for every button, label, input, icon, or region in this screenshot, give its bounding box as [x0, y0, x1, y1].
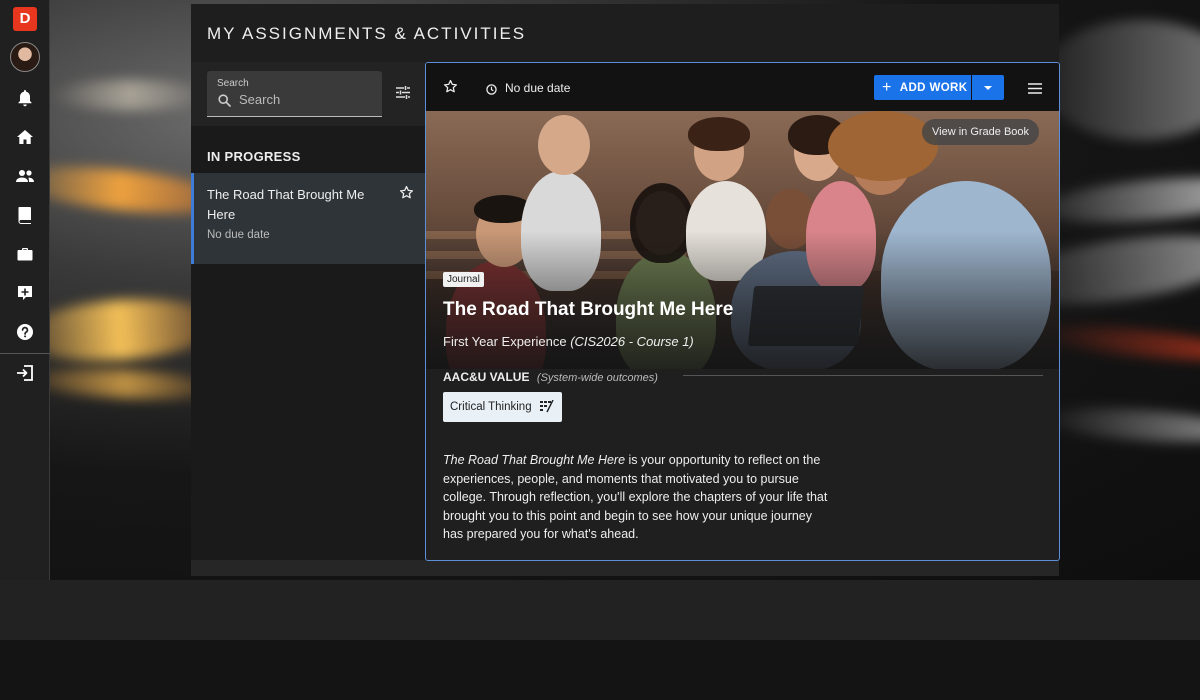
search-field[interactable]: Search	[207, 71, 382, 117]
book-icon[interactable]	[14, 204, 36, 226]
divider	[683, 375, 1043, 376]
course-code: (CIS2026 - Course 1)	[570, 334, 694, 349]
view-grade-book-button[interactable]: View in Grade Book	[922, 119, 1040, 145]
search-label: Search	[217, 78, 249, 89]
assignment-list-column: Search IN PROGRESS The Road That Brought…	[191, 62, 425, 560]
briefcase-icon[interactable]	[14, 243, 36, 265]
panel-footer	[191, 560, 1059, 576]
star-icon[interactable]	[443, 79, 458, 99]
footer-band	[0, 580, 1200, 640]
hero-image: View in Grade Book Journal The Road That…	[426, 111, 1059, 369]
assignment-title: The Road That Brought Me Here	[443, 299, 734, 320]
logout-icon[interactable]	[14, 362, 36, 384]
menu-icon[interactable]	[1028, 81, 1042, 99]
search-area: Search	[191, 62, 425, 126]
app-logo[interactable]: D	[13, 7, 37, 31]
list-item-due: No due date	[207, 229, 270, 241]
people-icon[interactable]	[14, 165, 36, 187]
list-item[interactable]: The Road That Brought Me Here No due dat…	[191, 173, 425, 264]
assignment-description: The Road That Brought Me Here is your op…	[443, 451, 828, 544]
add-note-icon[interactable]	[14, 282, 36, 304]
star-icon[interactable]	[399, 185, 414, 205]
assignment-type-badge: Journal	[443, 272, 484, 287]
aacu-value-header: AAC&U VALUE (System-wide outcomes)	[443, 368, 1043, 386]
bell-icon[interactable]	[14, 87, 36, 109]
aacu-value-title: AAC&U VALUE	[443, 370, 530, 384]
rubric-icon	[540, 399, 554, 416]
list-item-title: The Road That Brought Me Here	[207, 187, 365, 222]
help-icon[interactable]	[14, 321, 36, 343]
search-icon	[218, 94, 231, 112]
side-nav: D	[0, 0, 50, 580]
section-header-in-progress: IN PROGRESS	[207, 149, 301, 164]
chip-label: Critical Thinking	[450, 401, 532, 413]
course-subtitle: First Year Experience (CIS2026 - Course …	[443, 334, 694, 349]
course-name: First Year Experience	[443, 334, 567, 349]
due-date-text: No due date	[505, 81, 571, 95]
page-title: MY ASSIGNMENTS & ACTIVITIES	[207, 24, 527, 43]
nav-divider	[0, 353, 50, 354]
clock-icon	[486, 82, 497, 100]
assignment-detail-card: No due date + ADD WORK View in Grade Boo…	[425, 62, 1060, 561]
plus-icon: +	[882, 78, 892, 96]
description-lead: The Road That Brought Me Here	[443, 453, 626, 467]
home-icon[interactable]	[14, 126, 36, 148]
add-work-dropdown-button[interactable]	[972, 75, 1004, 100]
critical-thinking-chip[interactable]: Critical Thinking	[443, 392, 562, 422]
search-input[interactable]	[239, 92, 374, 107]
add-work-button[interactable]: + ADD WORK	[874, 75, 971, 100]
detail-toolbar: No due date + ADD WORK	[426, 63, 1059, 111]
filter-settings-icon[interactable]	[396, 86, 410, 104]
footer-band-dark	[0, 640, 1200, 700]
caret-down-icon	[984, 85, 992, 90]
aacu-value-note: (System-wide outcomes)	[536, 372, 658, 384]
add-work-label: ADD WORK	[899, 81, 968, 94]
avatar[interactable]	[10, 42, 40, 72]
